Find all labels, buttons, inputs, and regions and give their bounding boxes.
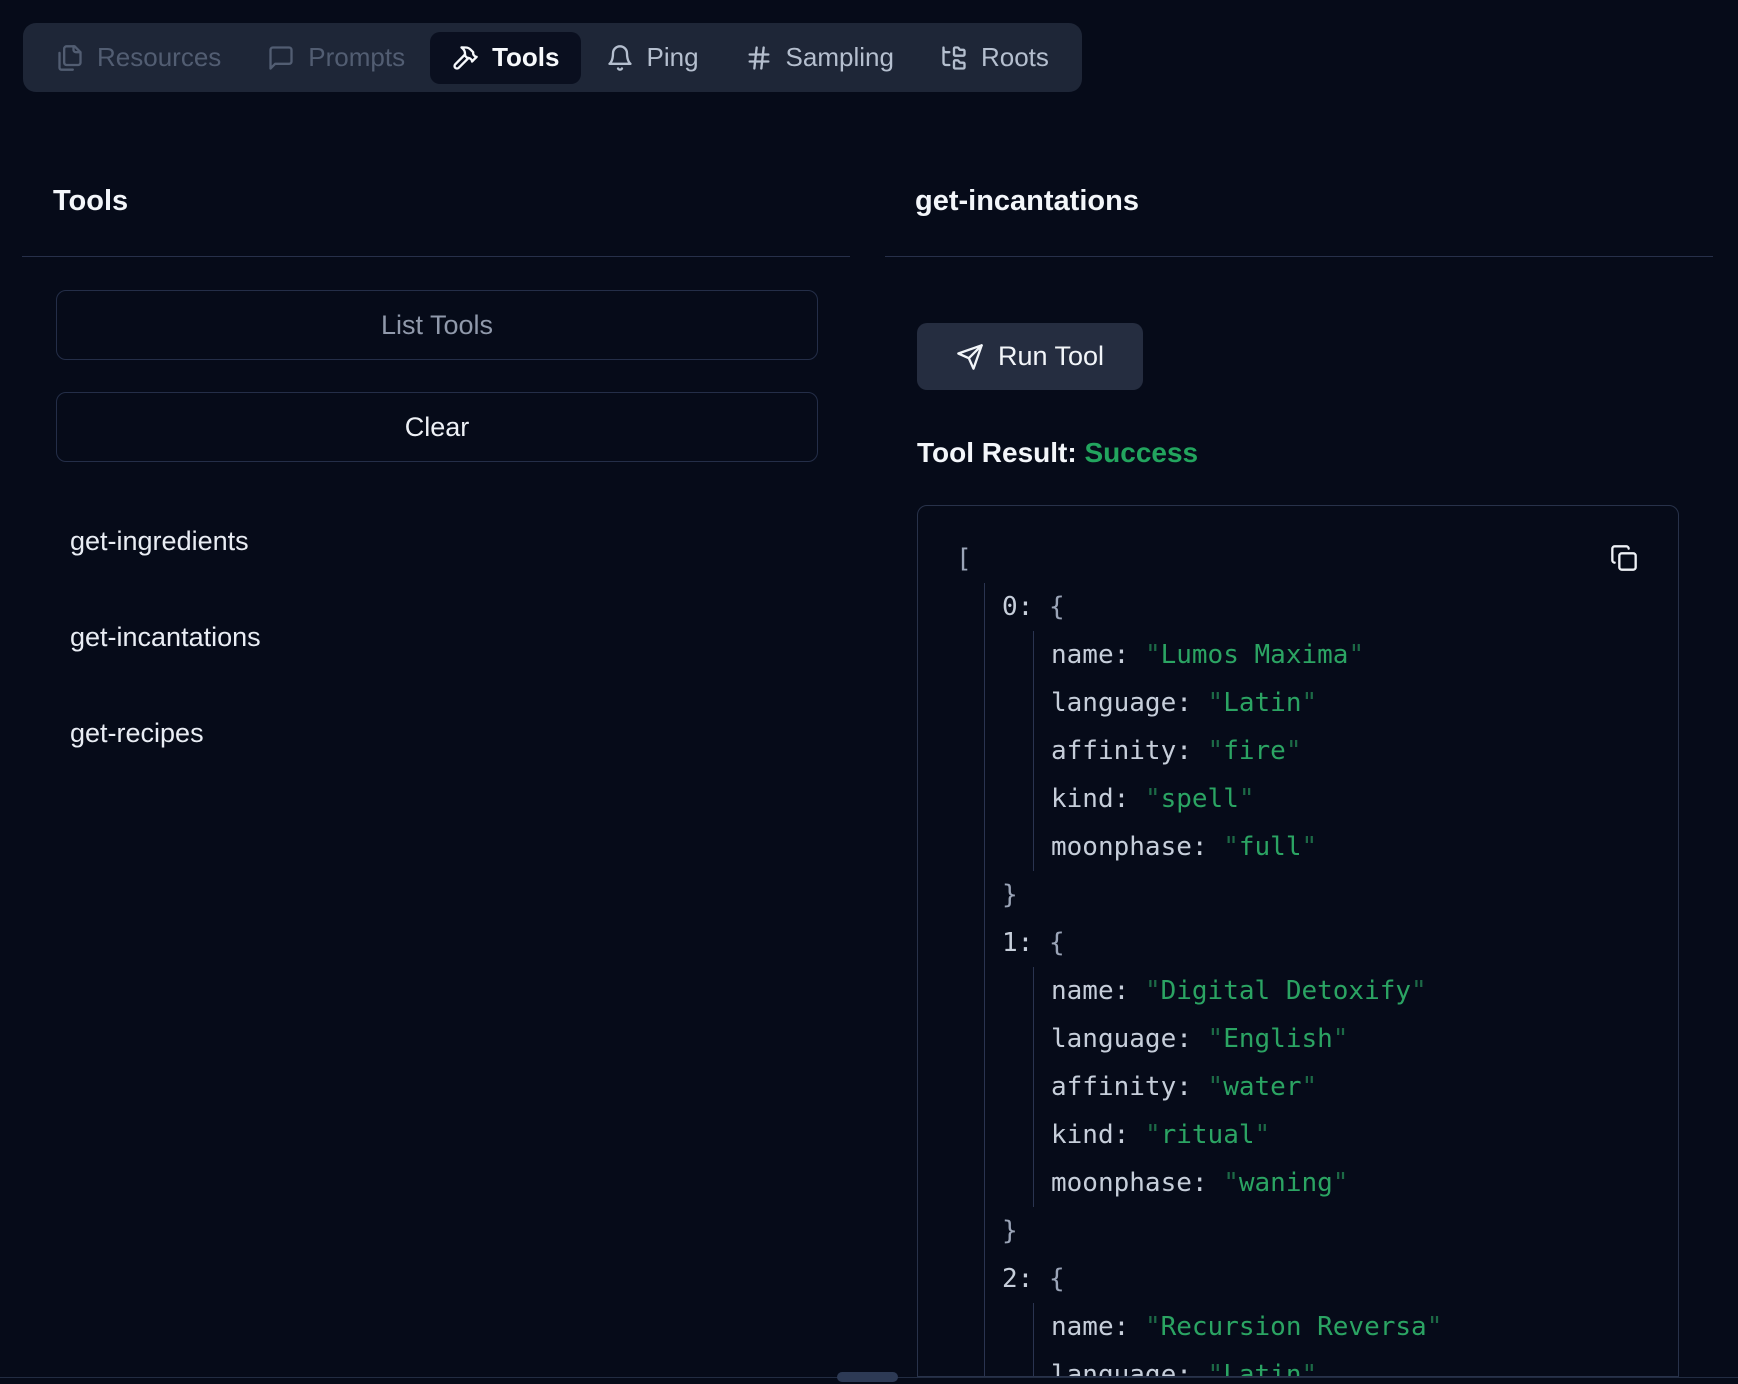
copy-icon xyxy=(1610,544,1642,572)
tool-list-item-get-ingredients[interactable]: get-ingredients xyxy=(56,517,818,565)
files-icon xyxy=(56,44,84,72)
clear-button[interactable]: Clear xyxy=(56,392,818,462)
tools-panel-title: Tools xyxy=(53,182,128,220)
copy-button[interactable] xyxy=(1610,542,1642,574)
json-string-value: Latin xyxy=(1223,1360,1301,1377)
json-row: moonphase: "full" xyxy=(1051,823,1678,871)
hash-icon xyxy=(745,44,773,72)
json-string-value: fire xyxy=(1223,736,1286,766)
json-key: language: xyxy=(1051,1024,1192,1054)
json-string-value: water xyxy=(1223,1072,1301,1102)
tab-label: Roots xyxy=(981,42,1049,73)
tab-ping[interactable]: Ping xyxy=(585,32,720,84)
json-key: kind: xyxy=(1051,1120,1129,1150)
tool-result-status: Success xyxy=(1084,437,1198,468)
tab-prompts[interactable]: Prompts xyxy=(246,32,426,84)
json-string-value: Digital Detoxify xyxy=(1161,976,1411,1006)
run-tool-button[interactable]: Run Tool xyxy=(917,323,1143,390)
json-row: affinity: "fire" xyxy=(1051,727,1678,775)
message-square-icon xyxy=(267,44,295,72)
tool-list: get-ingredients get-incantations get-rec… xyxy=(56,517,818,805)
json-row: kind: "ritual" xyxy=(1051,1111,1678,1159)
json-key: kind: xyxy=(1051,784,1129,814)
json-string-value: waning xyxy=(1239,1168,1333,1198)
tab-label: Resources xyxy=(97,42,221,73)
json-string-value: Lumos Maxima xyxy=(1161,640,1349,670)
right-panel-divider xyxy=(885,256,1713,257)
json-row: name: "Digital Detoxify" xyxy=(1051,967,1678,1015)
json-key: moonphase: xyxy=(1051,1168,1208,1198)
json-string-value: ritual xyxy=(1161,1120,1255,1150)
tab-label: Ping xyxy=(647,42,699,73)
tool-list-item-get-recipes[interactable]: get-recipes xyxy=(56,709,818,757)
json-key: affinity: xyxy=(1051,1072,1192,1102)
hammer-icon xyxy=(451,44,479,72)
selected-tool-title: get-incantations xyxy=(915,182,1139,220)
tab-tools[interactable]: Tools xyxy=(430,32,580,84)
top-nav-bar: Resources Prompts Tools Ping Sampling Ro… xyxy=(23,23,1082,92)
json-row: [ xyxy=(956,535,1678,583)
json-key: affinity: xyxy=(1051,736,1192,766)
json-tree: [0: {name: "Lumos Maxima"language: "Lati… xyxy=(918,506,1678,1377)
json-row: } xyxy=(1002,871,1678,919)
json-row: language: "English" xyxy=(1051,1015,1678,1063)
json-string-value: Latin xyxy=(1223,688,1301,718)
tab-label: Sampling xyxy=(786,42,894,73)
json-key: language: xyxy=(1051,688,1192,718)
horizontal-scrollbar-thumb[interactable] xyxy=(837,1372,898,1382)
json-row: name: "Recursion Reversa" xyxy=(1051,1303,1678,1351)
tool-result-label: Tool Result: xyxy=(917,437,1077,468)
json-row: kind: "spell" xyxy=(1051,775,1678,823)
json-key: name: xyxy=(1051,1312,1129,1342)
send-icon xyxy=(956,343,984,371)
json-row: } xyxy=(1002,1207,1678,1255)
list-tools-button[interactable]: List Tools xyxy=(56,290,818,360)
json-string-value: Recursion Reversa xyxy=(1161,1312,1427,1342)
tool-list-item-get-incantations[interactable]: get-incantations xyxy=(56,613,818,661)
tab-resources[interactable]: Resources xyxy=(35,32,242,84)
json-key: name: xyxy=(1051,640,1129,670)
tab-sampling[interactable]: Sampling xyxy=(724,32,915,84)
tab-roots[interactable]: Roots xyxy=(919,32,1070,84)
tool-result-line: Tool Result: Success xyxy=(917,437,1198,469)
json-row: language: "Latin" xyxy=(1051,679,1678,727)
json-row: 2: { xyxy=(1002,1255,1678,1303)
json-row: moonphase: "waning" xyxy=(1051,1159,1678,1207)
json-row: 0: { xyxy=(1002,583,1678,631)
bell-icon xyxy=(606,44,634,72)
folder-tree-icon xyxy=(940,44,968,72)
json-key: name: xyxy=(1051,976,1129,1006)
json-row: language: "Latin" xyxy=(1051,1351,1678,1377)
tool-result-json-viewer: [0: {name: "Lumos Maxima"language: "Lati… xyxy=(917,505,1679,1377)
tab-label: Tools xyxy=(492,42,559,73)
json-row: name: "Lumos Maxima" xyxy=(1051,631,1678,679)
tab-label: Prompts xyxy=(308,42,405,73)
json-key: language: xyxy=(1051,1360,1192,1377)
json-key: moonphase: xyxy=(1051,832,1208,862)
json-row: affinity: "water" xyxy=(1051,1063,1678,1111)
json-string-value: full xyxy=(1239,832,1302,862)
json-row: 1: { xyxy=(1002,919,1678,967)
left-panel-divider xyxy=(22,256,850,257)
json-string-value: spell xyxy=(1161,784,1239,814)
json-string-value: English xyxy=(1223,1024,1333,1054)
run-tool-label: Run Tool xyxy=(998,341,1104,372)
